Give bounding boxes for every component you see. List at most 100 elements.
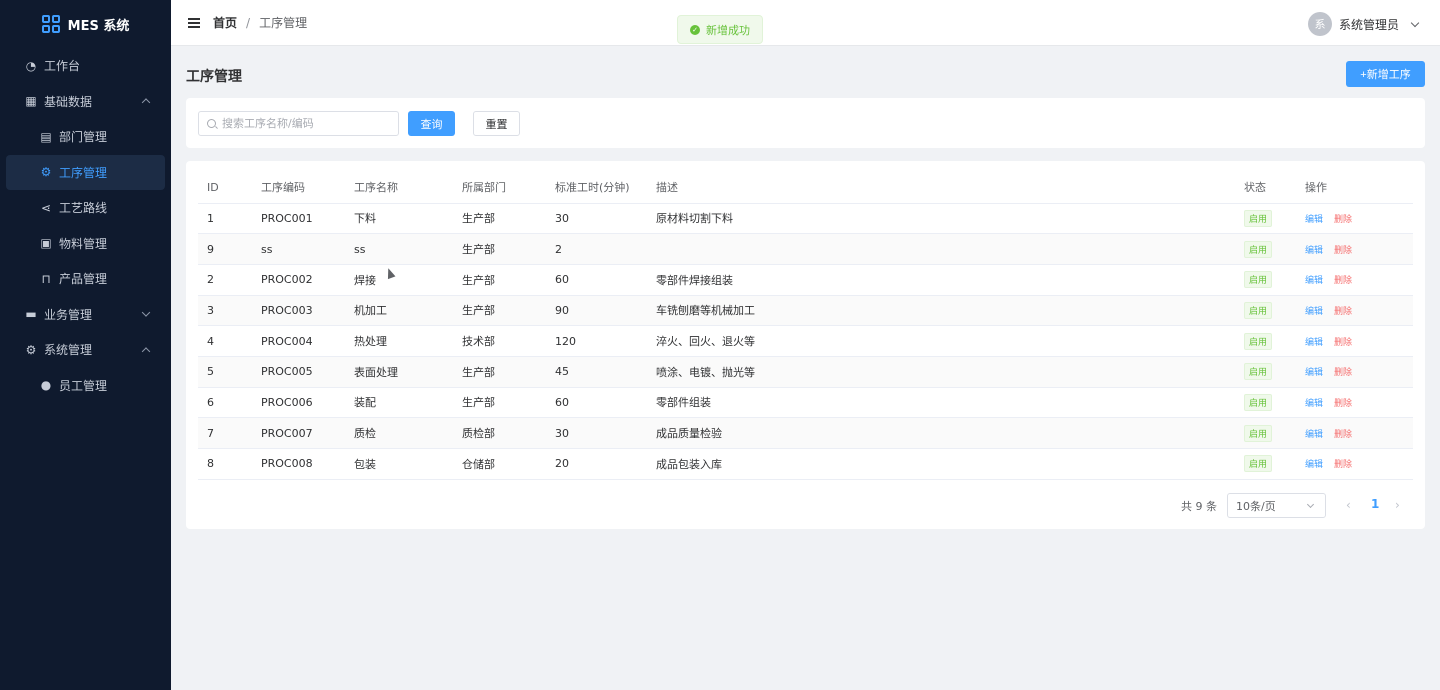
col-header-actions: 操作 [1296, 172, 1413, 204]
status-badge: 启用 [1244, 332, 1273, 350]
top-header: 首页 / 工序管理 系 系统管理员 [171, 0, 1440, 46]
cell-desc: 原材料切割下料 [647, 203, 1235, 235]
search-input[interactable] [222, 117, 392, 130]
cell-desc: 成品包装入库 [647, 448, 1235, 480]
col-header-code: 工序编码 [252, 172, 345, 204]
table-header-row: ID 工序编码 工序名称 所属部门 标准工时(分钟) 描述 状态 操作 [198, 172, 1413, 204]
col-header-dept: 所属部门 [453, 172, 546, 204]
cell-desc [647, 233, 1235, 265]
pagination: 共 9 条 10条/页 ‹ 1 › [186, 492, 1425, 518]
cell-name: 焊接 [345, 264, 453, 296]
cell-status: 启用 [1235, 203, 1296, 235]
cell-dept: 质检部 [453, 417, 546, 449]
table-row: 4 PROC004 热处理 技术部 120 淬火、回火、退火等 启用 编辑 删除 [198, 325, 1413, 357]
cell-desc: 车铣刨磨等机械加工 [647, 295, 1235, 327]
cell-status: 启用 [1235, 325, 1296, 357]
chevron-down-icon [1410, 18, 1420, 27]
app-logo[interactable]: MES 系统 [0, 0, 171, 48]
cell-actions: 编辑 删除 [1296, 203, 1413, 235]
next-page-button[interactable]: › [1395, 498, 1400, 512]
table-row: 2 PROC002 焊接 生产部 60 零部件焊接组装 启用 编辑 删除 [198, 264, 1413, 296]
cell-name: ss [345, 233, 453, 265]
sidebar-item-8[interactable]: ⚙ 系统管理 [0, 332, 171, 368]
sidebar-item-4[interactable]: ⋖ 工艺路线 [0, 190, 171, 226]
sidebar-item-6[interactable]: ⊓ 产品管理 [0, 261, 171, 297]
bag-icon: ⊓ [41, 271, 51, 286]
cell-name: 表面处理 [345, 356, 453, 388]
search-icon [207, 119, 216, 128]
edit-link[interactable]: 编辑 [1305, 338, 1323, 348]
sidebar-item-7[interactable]: ▬ 业务管理 [0, 297, 171, 333]
sidebar-item-9[interactable]: ● 员工管理 [0, 368, 171, 404]
user-icon: ● [40, 378, 52, 393]
cell-desc: 零部件焊接组装 [647, 264, 1235, 296]
delete-link[interactable]: 删除 [1334, 368, 1352, 378]
sidebar-item-label: 工序管理 [59, 165, 108, 180]
table-row: 3 PROC003 机加工 生产部 90 车铣刨磨等机械加工 启用 编辑 删除 [198, 295, 1413, 327]
cell-code: PROC002 [252, 264, 345, 296]
cell-status: 启用 [1235, 387, 1296, 419]
cell-dept: 仓储部 [453, 448, 546, 480]
menu-toggle-icon[interactable] [188, 17, 200, 28]
add-process-button[interactable]: +新增工序 [1346, 61, 1425, 87]
edit-link[interactable]: 编辑 [1305, 246, 1323, 256]
reset-button[interactable]: 重置 [473, 111, 520, 136]
prev-page-button[interactable]: ‹ [1346, 498, 1351, 512]
cell-dept: 生产部 [453, 264, 546, 296]
edit-link[interactable]: 编辑 [1305, 460, 1323, 470]
sidebar-item-label: 产品管理 [59, 272, 108, 287]
sidebar-item-3[interactable]: ⚙ 工序管理 [6, 154, 165, 190]
delete-link[interactable]: 删除 [1334, 460, 1352, 470]
cell-actions: 编辑 删除 [1296, 356, 1413, 388]
sidebar-item-5[interactable]: ▣ 物料管理 [0, 226, 171, 262]
cell-name: 下料 [345, 203, 453, 235]
page-number[interactable]: 1 [1371, 497, 1379, 511]
cell-code: ss [252, 233, 345, 265]
status-badge: 启用 [1244, 424, 1273, 442]
col-header-time: 标准工时(分钟) [546, 172, 647, 204]
cell-name: 热处理 [345, 325, 453, 357]
edit-link[interactable]: 编辑 [1305, 276, 1323, 286]
user-name: 系统管理员 [1338, 17, 1399, 32]
cell-actions: 编辑 删除 [1296, 448, 1413, 480]
delete-link[interactable]: 删除 [1334, 307, 1352, 317]
user-menu[interactable]: 系 系统管理员 [1307, 12, 1420, 36]
cell-time: 30 [546, 203, 647, 235]
apps-grid-icon [41, 15, 60, 33]
delete-link[interactable]: 删除 [1334, 215, 1352, 225]
search-field[interactable] [198, 111, 399, 136]
cell-code: PROC003 [252, 295, 345, 327]
delete-link[interactable]: 删除 [1334, 246, 1352, 256]
edit-link[interactable]: 编辑 [1305, 215, 1323, 225]
cell-id: 9 [198, 233, 252, 265]
breadcrumb-home[interactable]: 首页 [213, 14, 237, 31]
cell-id: 7 [198, 417, 252, 449]
edit-link[interactable]: 编辑 [1305, 368, 1323, 378]
success-toast: ✓ 新增成功 [677, 15, 763, 44]
table-row: 7 PROC007 质检 质检部 30 成品质量检验 启用 编辑 删除 [198, 417, 1413, 449]
table-row: 6 PROC006 装配 生产部 60 零部件组装 启用 编辑 删除 [198, 387, 1413, 419]
edit-link[interactable]: 编辑 [1305, 399, 1323, 409]
page-size-select[interactable]: 10条/页 [1227, 493, 1326, 518]
cell-id: 6 [198, 387, 252, 419]
sidebar-item-1[interactable]: ▦ 基础数据 [0, 84, 171, 120]
cell-desc: 成品质量检验 [647, 417, 1235, 449]
cell-time: 2 [546, 233, 647, 265]
delete-link[interactable]: 删除 [1334, 399, 1352, 409]
edit-link[interactable]: 编辑 [1305, 430, 1323, 440]
cell-id: 2 [198, 264, 252, 296]
delete-link[interactable]: 删除 [1334, 276, 1352, 286]
query-button[interactable]: 查询 [408, 111, 455, 136]
delete-link[interactable]: 删除 [1334, 430, 1352, 440]
cell-id: 1 [198, 203, 252, 235]
sidebar-item-label: 物料管理 [59, 236, 108, 251]
edit-link[interactable]: 编辑 [1305, 307, 1323, 317]
sidebar-item-2[interactable]: ▤ 部门管理 [0, 119, 171, 155]
cell-desc: 喷涂、电镀、抛光等 [647, 356, 1235, 388]
delete-link[interactable]: 删除 [1334, 338, 1352, 348]
breadcrumb-separator: / [246, 15, 251, 30]
sidebar-item-0[interactable]: ◔ 工作台 [0, 48, 171, 84]
cell-id: 4 [198, 325, 252, 357]
cell-name: 机加工 [345, 295, 453, 327]
page-size-value: 10条/页 [1236, 499, 1276, 513]
